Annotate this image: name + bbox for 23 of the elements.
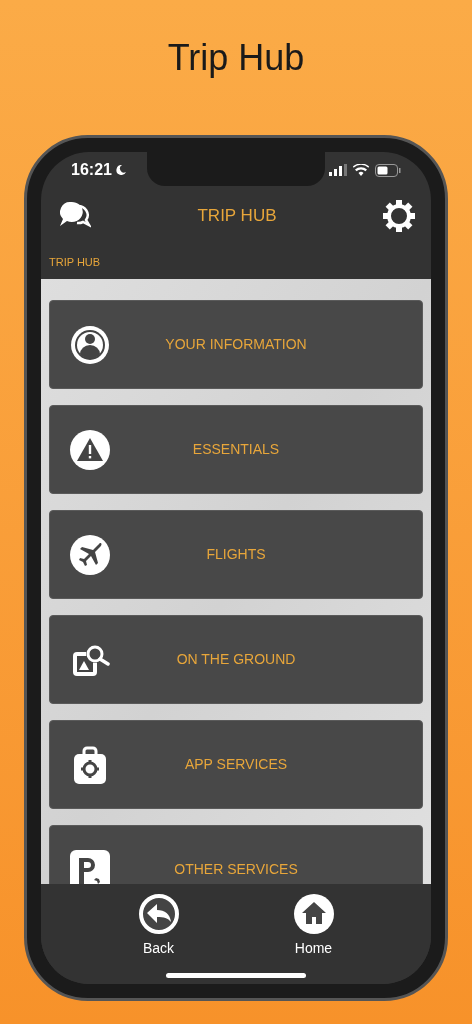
parking-plane-icon	[70, 849, 110, 884]
moon-icon	[114, 164, 127, 176]
airplane-icon	[70, 534, 110, 575]
header-title: TRIP HUB	[197, 205, 277, 228]
nav-button[interactable]: Home	[293, 894, 334, 959]
warning-icon	[70, 429, 110, 470]
home-icon	[293, 894, 334, 934]
status-time: 16:21	[71, 160, 112, 180]
back-icon	[138, 894, 179, 934]
settings-icon[interactable]	[383, 200, 415, 232]
menu-card[interactable]: FLIGHTS	[49, 510, 423, 599]
signal-icon	[329, 164, 347, 176]
breadcrumb: TRIP HUB	[49, 255, 101, 271]
person-icon	[70, 324, 110, 365]
menu-card[interactable]: APP SERVICES	[49, 720, 423, 809]
nav-button[interactable]: Back	[138, 894, 179, 959]
menu-card[interactable]: ON THE GROUND	[49, 615, 423, 704]
menu-card[interactable]: ESSENTIALS	[49, 405, 423, 494]
page-title: Trip Hub	[167, 40, 305, 76]
battery-icon	[375, 163, 401, 177]
menu-card[interactable]: OTHER SERVICES	[49, 825, 423, 884]
menu-card[interactable]: YOUR INFORMATION	[49, 300, 423, 389]
wifi-icon	[353, 164, 369, 176]
